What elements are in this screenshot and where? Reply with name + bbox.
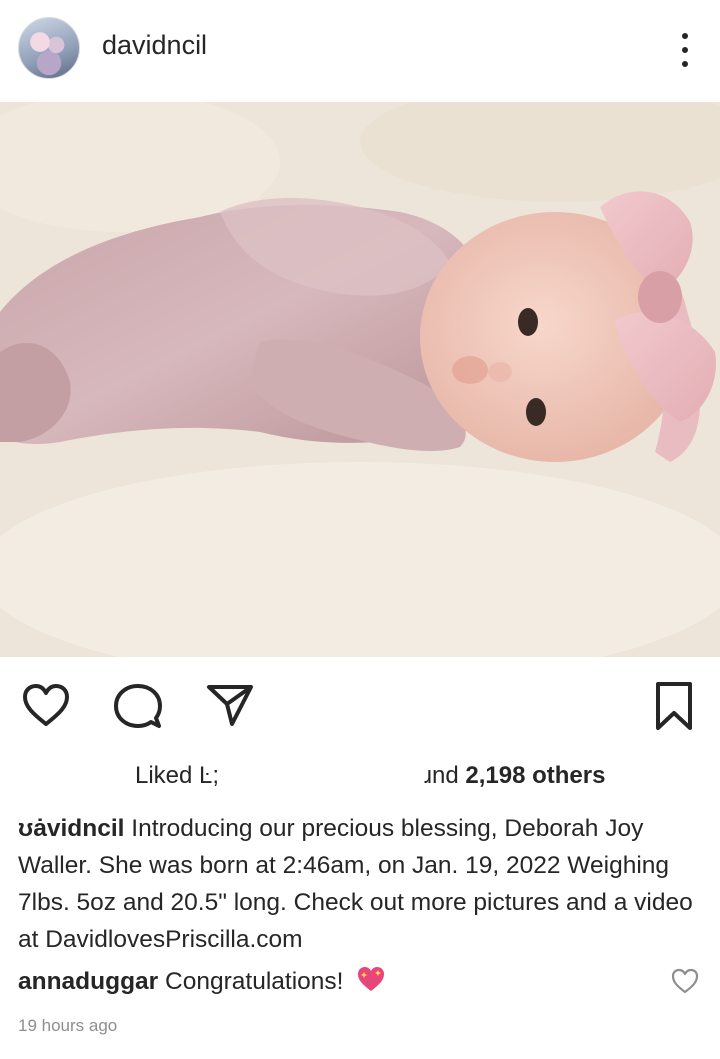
likes-prefix: Liked Ŀ; [135,762,220,789]
likes-summary[interactable]: Liked Ŀ; ɹnd 2,198 others [0,760,720,796]
send-icon [207,685,253,726]
comment-button[interactable] [112,680,164,732]
more-dot-icon [682,61,688,67]
post-header: davidncil [0,0,720,100]
post-timestamp[interactable]: 19 hours ago [18,1016,117,1036]
save-button[interactable] [648,680,700,732]
comment-like-button[interactable] [670,966,700,996]
share-button[interactable] [204,680,256,732]
post-caption: ʊȧvidncil Introducing our precious bless… [18,810,708,958]
heart-icon [23,684,69,726]
more-dot-icon [682,33,688,39]
baby-photo-illustration [0,102,720,657]
likes-others: ɹnd 2,198 others [424,762,605,790]
likes-suffix: ɹnd [424,762,459,789]
more-dot-icon [682,47,688,53]
comment-username[interactable]: annaduggar [18,968,158,995]
post-username[interactable]: davidncil [102,30,207,61]
comment-text: Congratulations! [165,968,344,995]
bookmark-icon [656,682,692,730]
post-action-bar [0,670,720,740]
avatar[interactable] [18,17,80,79]
comment-row: annaduggar Congratulations! [18,965,658,1003]
more-options-button[interactable] [670,30,700,70]
comment-icon [114,684,162,728]
sparkling-heart-icon [356,965,386,1003]
likes-count[interactable]: 2,198 others [465,762,605,789]
like-button[interactable] [20,680,72,732]
caption-username[interactable]: ʊȧvidncil [18,815,124,842]
heart-outline-icon [671,968,699,994]
post-photo[interactable] [0,102,720,657]
